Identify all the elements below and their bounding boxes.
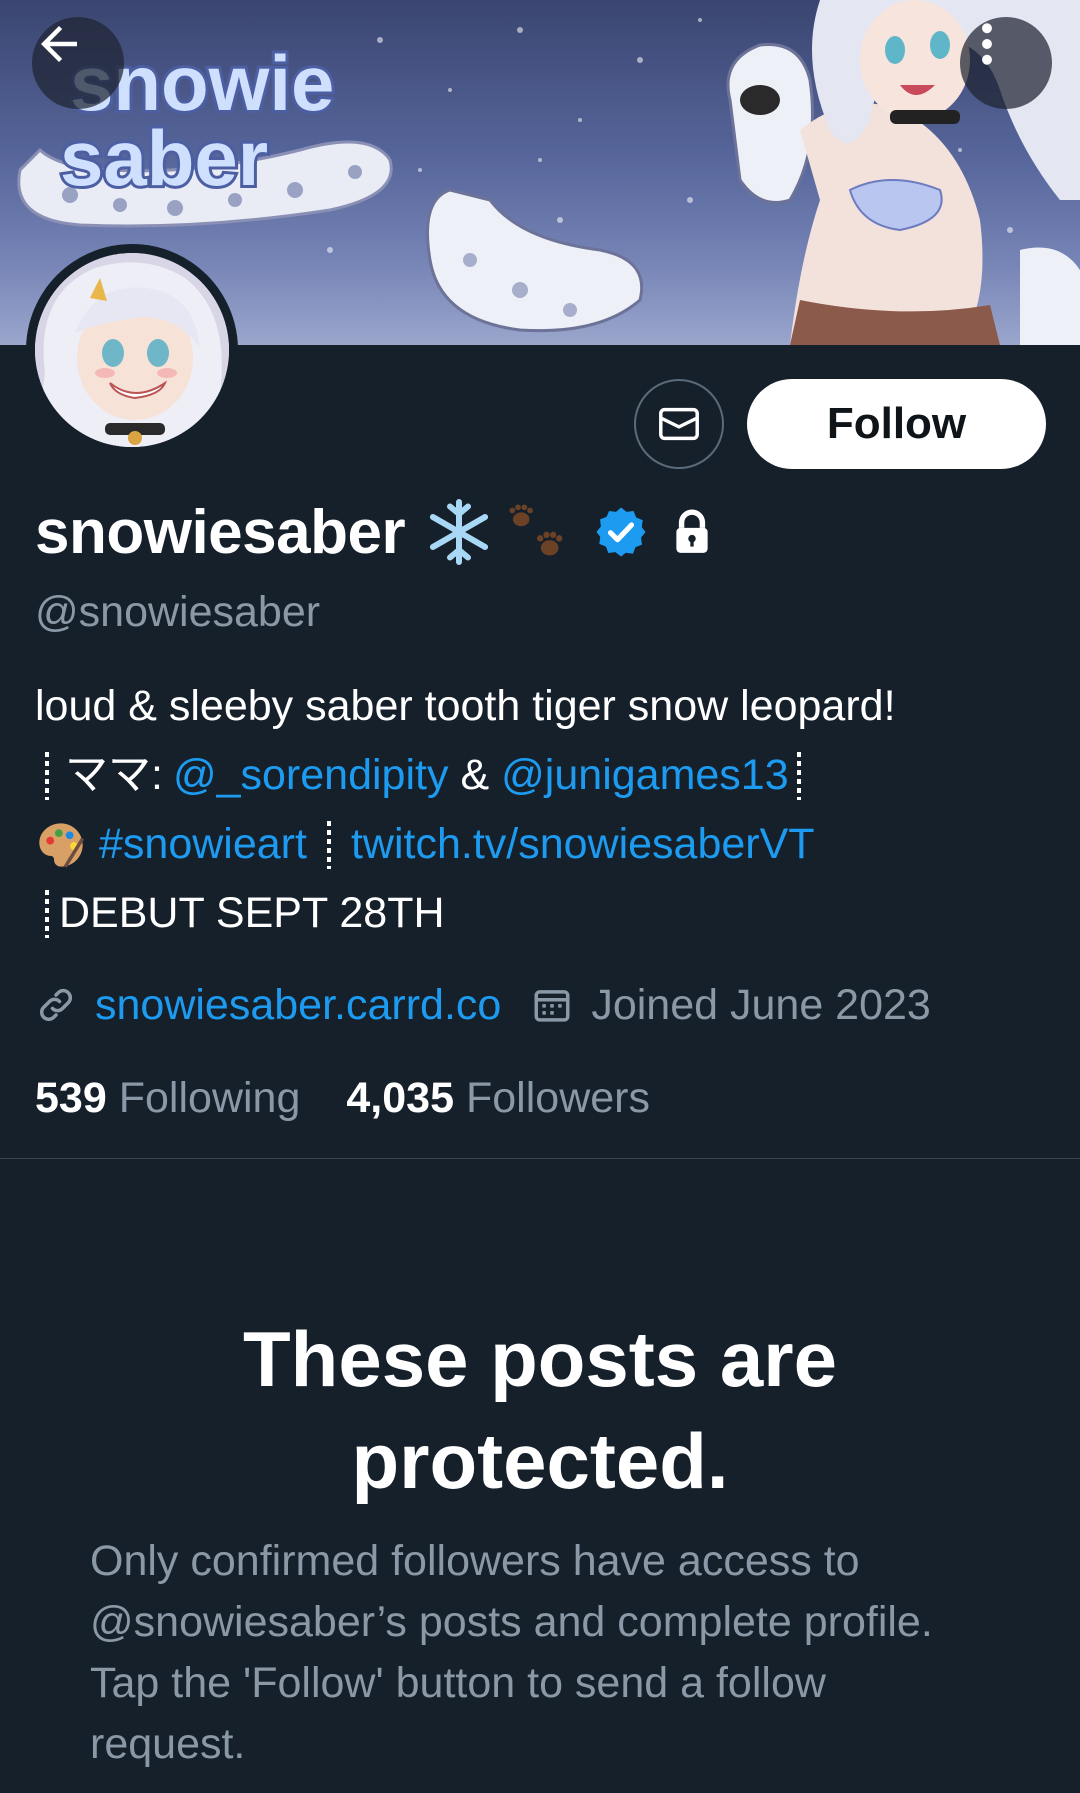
bio-line-1: loud & sleeby saber tooth tiger snow leo… bbox=[35, 672, 1055, 741]
calendar-icon bbox=[534, 990, 570, 1022]
display-name: snowiesaber bbox=[35, 497, 406, 567]
bio-line-2: ママ: @_sorendipity & @junigames13 bbox=[35, 741, 1055, 810]
protected-description: Only confirmed followers have access to … bbox=[90, 1537, 933, 1768]
arrow-left-icon bbox=[41, 26, 77, 62]
profile-stats: 539 Following 4,035 Followers bbox=[35, 1065, 650, 1131]
dotted-divider bbox=[796, 751, 801, 800]
display-name-row: snowiesaber bbox=[35, 492, 717, 572]
joined-item: Joined June 2023 bbox=[531, 981, 931, 1030]
envelope-icon bbox=[659, 407, 699, 441]
dotted-divider bbox=[45, 751, 49, 800]
followers-stat[interactable]: 4,035 Followers bbox=[346, 1074, 650, 1123]
twitch-link[interactable]: twitch.tv/snowiesaberVT bbox=[351, 810, 815, 879]
website-item[interactable]: snowiesaber.carrd.co bbox=[35, 981, 501, 1030]
more-vertical-icon bbox=[982, 23, 992, 65]
section-divider bbox=[0, 1158, 1080, 1159]
more-options-button[interactable] bbox=[960, 17, 1052, 109]
avatar[interactable] bbox=[26, 244, 238, 456]
bio-text: loud & sleeby saber tooth tiger snow leo… bbox=[35, 682, 896, 730]
joined-date: Joined June 2023 bbox=[591, 980, 931, 1029]
mention-junigames-link[interactable]: @junigames13 bbox=[501, 741, 788, 810]
followers-count: 4,035 bbox=[346, 1073, 454, 1122]
profile-meta: snowiesaber.carrd.co Joined June 2023 bbox=[35, 970, 931, 1040]
profile-handle: @snowiesaber bbox=[35, 588, 321, 636]
bio-line-3: #snowieart twitch.tv/snowiesaberVT bbox=[35, 810, 1055, 879]
protected-title: These posts are protected. bbox=[243, 1315, 837, 1505]
bio-line-4: DEBUT SEPT 28TH bbox=[35, 879, 1055, 948]
dotted-divider bbox=[45, 889, 49, 938]
following-label: Following bbox=[118, 1073, 301, 1122]
follow-button[interactable]: Follow bbox=[747, 379, 1046, 469]
back-button[interactable] bbox=[32, 17, 124, 109]
link-icon bbox=[39, 988, 73, 1022]
palette-emoji-icon bbox=[35, 819, 87, 871]
verified-badge-icon[interactable] bbox=[593, 504, 649, 560]
paw-prints-emoji-icon bbox=[499, 494, 575, 570]
snowflake-emoji-icon bbox=[423, 496, 495, 568]
mention-sorendipity-link[interactable]: @_sorendipity bbox=[173, 741, 449, 810]
debut-text: DEBUT SEPT 28TH bbox=[59, 889, 445, 937]
hashtag-snowieart-link[interactable]: #snowieart bbox=[99, 810, 307, 879]
banner-logo-line2: saber bbox=[60, 114, 268, 202]
bio-mama-label: ママ: bbox=[65, 751, 163, 799]
lock-icon bbox=[667, 507, 717, 557]
dotted-divider bbox=[326, 820, 331, 869]
website-link[interactable]: snowiesaber.carrd.co bbox=[95, 981, 501, 1030]
following-count: 539 bbox=[35, 1073, 107, 1122]
avatar-image bbox=[35, 253, 229, 447]
profile-bio: loud & sleeby saber tooth tiger snow leo… bbox=[35, 672, 1055, 948]
followers-label: Followers bbox=[466, 1073, 650, 1122]
message-button[interactable] bbox=[634, 379, 724, 469]
bio-ampersand: & bbox=[460, 751, 490, 799]
profile-page: snowie saber Follow snowiesaber @snowies… bbox=[0, 0, 1080, 1793]
following-stat[interactable]: 539 Following bbox=[35, 1074, 300, 1123]
